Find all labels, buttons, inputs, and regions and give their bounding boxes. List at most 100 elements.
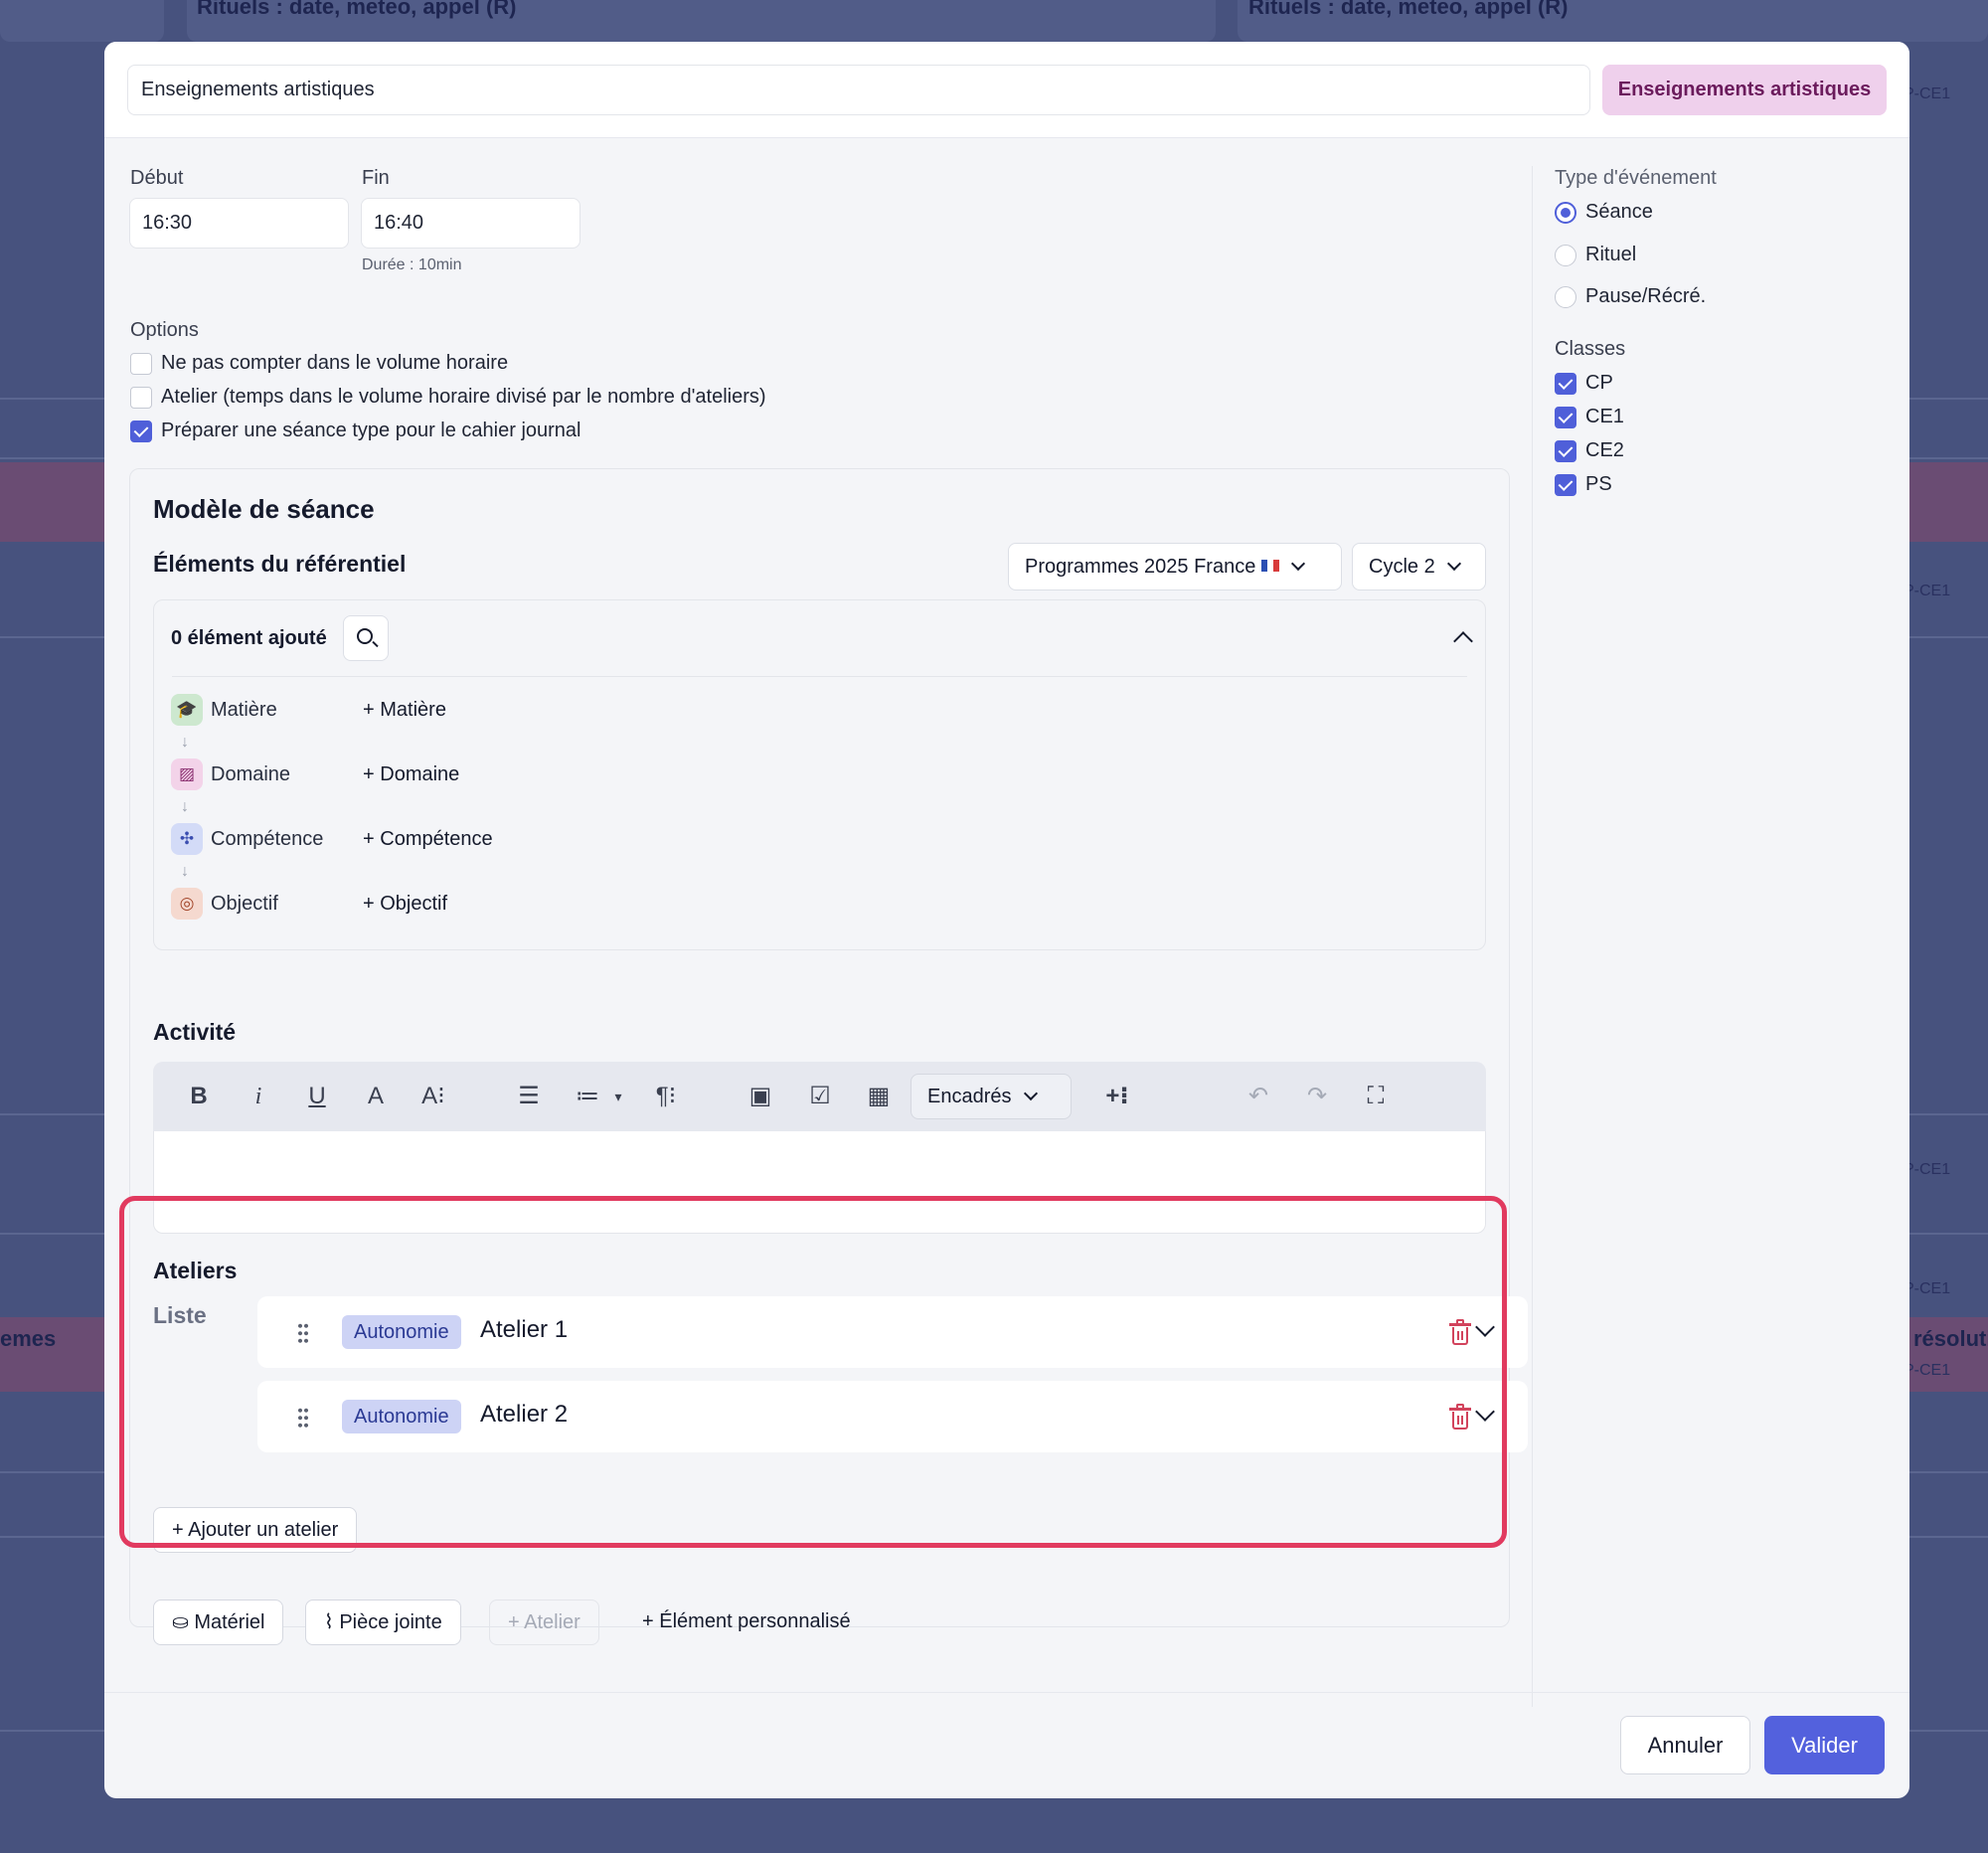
add-matiere-label: Matière bbox=[380, 699, 446, 721]
radio-label-seance: Séance bbox=[1585, 201, 1653, 223]
radio-seance[interactable] bbox=[1555, 202, 1576, 224]
option-checkbox-atelier[interactable] bbox=[130, 387, 152, 409]
added-count: 0 élément ajouté bbox=[171, 627, 327, 649]
radio-label-rituel: Rituel bbox=[1585, 244, 1637, 265]
referentiel-title: Éléments du référentiel bbox=[153, 551, 407, 577]
bg-event-right: Rituels : date, meteo, appel (R) bbox=[1248, 0, 1569, 19]
event-type-label: Type d'événement bbox=[1555, 167, 1717, 189]
paragraph-icon[interactable]: ¶⁝ bbox=[650, 1079, 682, 1114]
chevron-up-icon[interactable] bbox=[1453, 631, 1473, 651]
add-domaine-button[interactable]: + Domaine bbox=[363, 763, 459, 786]
chevron-down-icon bbox=[1023, 1086, 1038, 1101]
modal-header: Enseignements artistiques Enseignements … bbox=[104, 42, 1909, 138]
class-label-ce1: CE1 bbox=[1585, 406, 1624, 427]
chevron-down-icon bbox=[1291, 556, 1306, 572]
bg-event-left: Rituels : date, meteo, appel (R) bbox=[197, 0, 517, 19]
atelier-button[interactable]: + Atelier bbox=[489, 1600, 599, 1645]
list-dropdown-icon[interactable]: ▾ bbox=[602, 1079, 634, 1114]
undo-icon[interactable]: ↶ bbox=[1242, 1079, 1274, 1114]
duration-text: Durée : 10min bbox=[362, 256, 462, 273]
underline-icon[interactable]: U bbox=[301, 1079, 333, 1114]
list-icon[interactable]: ≔ bbox=[572, 1079, 603, 1114]
table-icon[interactable]: ▦ bbox=[863, 1079, 895, 1114]
ref-name-competence: Compétence bbox=[211, 828, 324, 850]
bg-tag: P-CE1 bbox=[1904, 1280, 1951, 1297]
text-color-icon[interactable]: A bbox=[360, 1079, 392, 1114]
image-icon[interactable]: ▣ bbox=[745, 1079, 776, 1114]
font-size-icon[interactable]: A⁝ bbox=[417, 1079, 449, 1114]
encadres-label: Encadrés bbox=[927, 1086, 1012, 1107]
validate-button[interactable]: Valider bbox=[1764, 1716, 1885, 1774]
bg-tag: P-CE1 bbox=[1904, 583, 1951, 599]
bg-clipped-left: emes bbox=[0, 1326, 57, 1351]
add-competence-label: Compétence bbox=[380, 828, 493, 850]
redo-icon[interactable]: ↷ bbox=[1301, 1079, 1333, 1114]
piece-jointe-button[interactable]: ⌇ Pièce jointe bbox=[305, 1600, 461, 1645]
puzzle-icon: ✣ bbox=[171, 823, 203, 855]
italic-icon[interactable]: i bbox=[243, 1079, 274, 1114]
checkbox-icon[interactable]: ☑ bbox=[804, 1079, 836, 1114]
program-select-label: Programmes 2025 France bbox=[1025, 556, 1256, 578]
arrow-down-icon: ↓ bbox=[181, 798, 189, 815]
bold-icon[interactable]: B bbox=[183, 1079, 215, 1114]
program-select[interactable]: Programmes 2025 France bbox=[1008, 543, 1342, 590]
arrow-down-icon: ↓ bbox=[181, 863, 189, 880]
target-icon: ◎ bbox=[171, 888, 203, 920]
atelier-label: Atelier bbox=[524, 1611, 580, 1633]
toolbox-icon: ⛀ bbox=[172, 1611, 189, 1633]
bg-tag: P-CE1 bbox=[1904, 1161, 1951, 1178]
france-flag-icon bbox=[1261, 559, 1280, 572]
bg-tag: P-CE1 bbox=[1904, 1362, 1951, 1379]
footer-divider bbox=[104, 1692, 1909, 1693]
classes-label: Classes bbox=[1555, 338, 1626, 360]
ref-name-domaine: Domaine bbox=[211, 763, 291, 785]
add-objectif-button[interactable]: + Objectif bbox=[363, 893, 447, 916]
class-label-ce2: CE2 bbox=[1585, 439, 1624, 461]
paperclip-icon: ⌇ bbox=[324, 1611, 334, 1633]
class-checkbox-ce1[interactable] bbox=[1555, 407, 1576, 428]
class-checkbox-ps[interactable] bbox=[1555, 474, 1576, 496]
option-label-volume: Ne pas compter dans le volume horaire bbox=[161, 352, 509, 374]
class-checkbox-cp[interactable] bbox=[1555, 373, 1576, 395]
arrow-down-icon: ↓ bbox=[181, 734, 189, 751]
cycle-select[interactable]: Cycle 2 bbox=[1352, 543, 1486, 590]
materiel-label: Matériel bbox=[194, 1611, 265, 1633]
materiel-button[interactable]: ⛀ Matériel bbox=[153, 1600, 284, 1645]
element-perso-label: Élément personnalisé bbox=[659, 1610, 851, 1632]
class-label-cp: CP bbox=[1585, 372, 1613, 394]
end-time-input[interactable]: 16:40 bbox=[361, 198, 580, 249]
add-competence-button[interactable]: + Compétence bbox=[363, 828, 493, 851]
radio-pause[interactable] bbox=[1555, 286, 1576, 308]
end-label: Fin bbox=[362, 167, 390, 189]
event-title-input[interactable]: Enseignements artistiques bbox=[127, 65, 1590, 115]
radio-label-pause: Pause/Récré. bbox=[1585, 285, 1707, 307]
option-label-seance-type: Préparer une séance type pour le cahier … bbox=[161, 420, 581, 441]
bg-tag: P-CE1 bbox=[1904, 85, 1951, 102]
option-label-atelier: Atelier (temps dans le volume horaire di… bbox=[161, 386, 766, 408]
option-checkbox-volume[interactable] bbox=[130, 353, 152, 375]
start-label: Début bbox=[130, 167, 184, 189]
option-checkbox-seance-type[interactable] bbox=[130, 421, 152, 442]
ref-name-objectif: Objectif bbox=[211, 893, 278, 915]
align-icon[interactable]: ☰ bbox=[513, 1079, 545, 1114]
editor-toolbar: B i U A A⁝ ☰ ≔ ▾ ¶⁝ ▣ ☑ ▦ Encadrés +⁝ ↶ … bbox=[153, 1062, 1486, 1131]
cancel-button[interactable]: Annuler bbox=[1620, 1716, 1750, 1774]
search-button[interactable] bbox=[343, 615, 389, 661]
piece-jointe-label: Pièce jointe bbox=[339, 1611, 442, 1633]
start-time-input[interactable]: 16:30 bbox=[129, 198, 349, 249]
cycle-select-label: Cycle 2 bbox=[1369, 556, 1435, 578]
graduation-cap-icon: 🎓 bbox=[171, 694, 203, 726]
add-objectif-label: Objectif bbox=[380, 893, 448, 915]
bg-clipped-right: résoluti bbox=[1913, 1326, 1988, 1351]
element-perso-button[interactable]: + Élément personnalisé bbox=[624, 1600, 869, 1645]
fullscreen-icon[interactable]: ⛶ bbox=[1360, 1079, 1392, 1114]
add-matiere-button[interactable]: + Matière bbox=[363, 699, 446, 722]
class-checkbox-ce2[interactable] bbox=[1555, 440, 1576, 462]
insert-icon[interactable]: +⁝ bbox=[1101, 1079, 1133, 1114]
encadres-select[interactable]: Encadrés bbox=[911, 1074, 1072, 1119]
search-icon bbox=[357, 628, 373, 644]
ateliers-highlight bbox=[119, 1196, 1507, 1548]
subject-chip[interactable]: Enseignements artistiques bbox=[1602, 65, 1887, 115]
book-icon: ▨ bbox=[171, 758, 203, 790]
radio-rituel[interactable] bbox=[1555, 245, 1576, 266]
